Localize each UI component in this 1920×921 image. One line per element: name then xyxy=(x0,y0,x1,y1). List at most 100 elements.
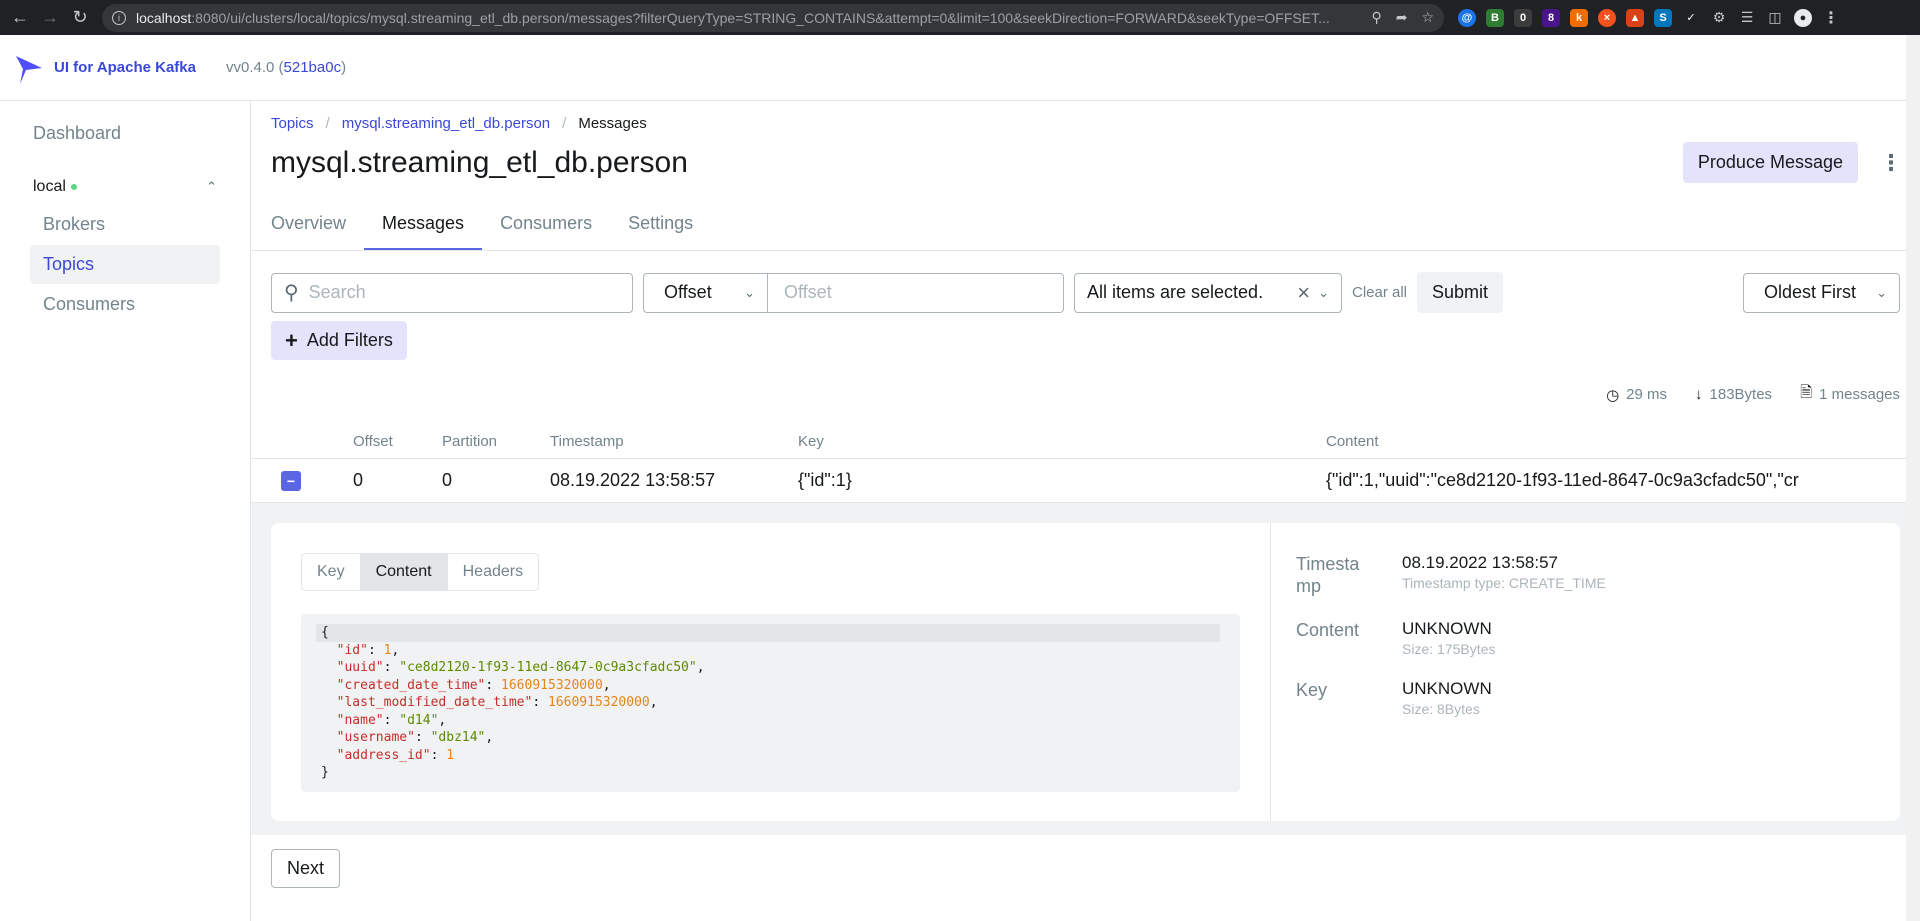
pagination: Next xyxy=(251,835,1920,902)
cell-partition: 0 xyxy=(442,470,453,490)
chevron-up-icon[interactable]: ⌃ xyxy=(206,179,217,195)
table-row[interactable]: − 0 0 08.19.2022 13:58:57 {"id":1} {"id"… xyxy=(251,459,1920,503)
produce-message-button[interactable]: Produce Message xyxy=(1682,142,1858,183)
breadcrumb-topic[interactable]: mysql.streaming_etl_db.person xyxy=(342,115,550,132)
url-path: :8080/ui/clusters/local/topics/mysql.str… xyxy=(191,9,1330,26)
offset-field[interactable] xyxy=(768,272,1064,313)
chevron-down-icon: ⌄ xyxy=(744,284,755,300)
next-page-button[interactable]: Next xyxy=(271,849,341,888)
breadcrumb-separator: / xyxy=(562,115,567,132)
cell-offset: 0 xyxy=(353,470,364,490)
plus-icon: + xyxy=(285,327,298,353)
address-bar[interactable]: i localhost :8080/ui/clusters/local/topi… xyxy=(102,3,1444,32)
version-hash-link[interactable]: 521ba0c xyxy=(284,59,342,76)
extension-icon[interactable]: ▲ xyxy=(1626,8,1644,27)
search-input[interactable] xyxy=(308,282,620,303)
json-address-id: 1 xyxy=(446,747,455,763)
bookmark-star-icon[interactable]: ☆ xyxy=(1421,9,1434,26)
cell-content: {"id":1,"uuid":"ce8d2120-1f93-11ed-8647-… xyxy=(1326,470,1799,490)
chevron-down-icon: ⌄ xyxy=(1876,284,1887,300)
clear-all-button[interactable]: Clear all xyxy=(1352,284,1407,301)
message-detail-panel: Key Content Headers { "id": 1, "uuid": "… xyxy=(251,503,1920,835)
extension-icon[interactable]: k xyxy=(1570,8,1588,27)
forward-icon[interactable]: → xyxy=(36,4,64,32)
cell-key: {"id":1} xyxy=(798,470,852,490)
header-key: Key xyxy=(798,433,824,450)
extension-icon[interactable]: 0 xyxy=(1514,8,1532,27)
document-icon: 🗎 xyxy=(1800,384,1813,401)
more-options-icon[interactable]: ⋮ xyxy=(1880,150,1902,176)
meta-key-size: Size: 8Bytes xyxy=(1402,701,1480,717)
json-username: "dbz14" xyxy=(430,730,486,745)
back-icon[interactable]: ← xyxy=(6,4,34,32)
zoom-icon[interactable]: ⚲ xyxy=(1371,9,1381,26)
meta-key-value: UNKNOWN xyxy=(1402,679,1492,698)
extension-icon[interactable]: @ xyxy=(1458,8,1476,27)
share-icon[interactable]: ➦ xyxy=(1396,9,1408,26)
extension-icon[interactable]: × xyxy=(1598,8,1616,27)
page-scrollbar[interactable] xyxy=(1906,35,1920,921)
detail-tab-headers[interactable]: Headers xyxy=(448,554,538,590)
sidebar-item-consumers[interactable]: Consumers xyxy=(30,285,220,324)
cluster-status-dot-icon: ● xyxy=(69,178,79,194)
extension-icon[interactable]: B xyxy=(1486,8,1504,27)
sidebar-cluster-local[interactable]: local ● ⌃ xyxy=(30,170,220,204)
extension-icon[interactable]: 8 xyxy=(1542,8,1560,27)
reading-list-icon[interactable]: ☰ xyxy=(1738,8,1756,27)
meta-timestamp-label: Timestamp xyxy=(1296,554,1360,596)
messages-count: 1 messages xyxy=(1819,386,1900,403)
seek-type-value: Offset xyxy=(664,282,712,302)
tab-messages[interactable]: Messages xyxy=(364,203,483,250)
detail-tab-key[interactable]: Key xyxy=(302,554,361,590)
tab-settings[interactable]: Settings xyxy=(610,203,711,250)
page-title: mysql.streaming_etl_db.person xyxy=(271,145,688,179)
side-panel-icon[interactable]: ◫ xyxy=(1766,8,1784,27)
reload-icon[interactable]: ↻ xyxy=(66,4,94,32)
extensions-puzzle-icon[interactable]: ⚙ xyxy=(1710,8,1728,27)
submit-button[interactable]: Submit xyxy=(1417,272,1504,313)
clock-icon: ◷ xyxy=(1606,386,1620,404)
json-created: 1660915320000 xyxy=(501,677,603,693)
sidebar-item-brokers[interactable]: Brokers xyxy=(30,205,220,244)
app-name[interactable]: UI for Apache Kafka xyxy=(54,59,196,76)
sort-order-select[interactable]: Oldest First ⌄ xyxy=(1743,272,1900,313)
chevron-down-icon: ⌄ xyxy=(1318,284,1329,300)
breadcrumb-topics[interactable]: Topics xyxy=(271,115,314,132)
extension-icon[interactable]: ✓ xyxy=(1682,8,1700,27)
meta-key-label: Key xyxy=(1296,680,1328,700)
sort-order-value: Oldest First xyxy=(1764,282,1857,302)
sidebar: Dashboard local ● ⌃ Brokers Topics Consum… xyxy=(0,101,251,921)
header-timestamp: Timestamp xyxy=(550,433,624,450)
json-viewer: { "id": 1, "uuid": "ce8d2120-1f93-11ed-8… xyxy=(301,614,1240,792)
kafka-logo-icon[interactable] xyxy=(14,50,44,86)
meta-timestamp-type: Timestamp type: CREATE_TIME xyxy=(1402,575,1606,591)
detail-tab-content[interactable]: Content xyxy=(360,554,448,590)
search-field[interactable]: ⚲ xyxy=(271,272,633,313)
detail-tabs: Key Content Headers xyxy=(301,553,540,591)
meta-timestamp-value: 08.19.2022 13:58:57 xyxy=(1402,553,1558,572)
cluster-name: local xyxy=(33,178,66,195)
meta-content-label: Content xyxy=(1296,620,1360,640)
site-info-icon[interactable]: i xyxy=(112,10,126,25)
arrow-down-icon: ↓ xyxy=(1695,386,1703,403)
profile-avatar-icon[interactable]: ● xyxy=(1794,8,1812,27)
seek-type-select[interactable]: Offset ⌄ xyxy=(643,272,768,313)
messages-table: Offset Partition Timestamp Key Content −… xyxy=(251,425,1920,503)
app-header: UI for Apache Kafka vv0.4.0 (521ba0c) xyxy=(0,35,1920,101)
offset-input[interactable] xyxy=(784,282,1047,303)
sidebar-item-dashboard[interactable]: Dashboard xyxy=(30,115,220,152)
collapse-row-icon[interactable]: − xyxy=(281,470,301,491)
browser-toolbar: ← → ↻ i localhost :8080/ui/clusters/loca… xyxy=(0,0,1920,35)
tab-consumers[interactable]: Consumers xyxy=(482,203,610,250)
header-offset: Offset xyxy=(353,433,393,450)
json-modified: 1660915320000 xyxy=(547,695,650,710)
partitions-select[interactable]: All items are selected. × ⌄ xyxy=(1074,272,1342,313)
extension-icon[interactable]: S xyxy=(1654,8,1672,27)
sidebar-item-topics[interactable]: Topics xyxy=(30,245,220,284)
clear-selection-icon[interactable]: × xyxy=(1297,280,1310,306)
elapsed-time: 29 ms xyxy=(1626,386,1668,403)
add-filters-button[interactable]: + Add Filters xyxy=(271,321,407,360)
tab-overview[interactable]: Overview xyxy=(271,203,364,250)
browser-menu-icon[interactable]: ⋮ xyxy=(1822,8,1840,27)
json-uuid: "ce8d2120-1f93-11ed-8647-0c9a3cfadc50" xyxy=(399,660,697,675)
